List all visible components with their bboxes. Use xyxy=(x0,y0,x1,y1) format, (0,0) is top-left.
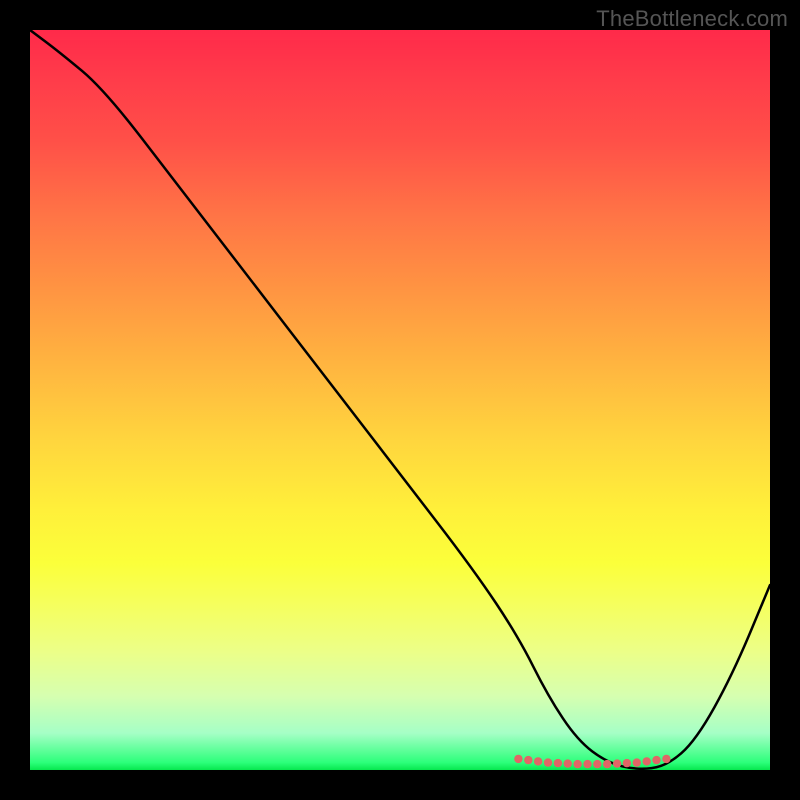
plot-area xyxy=(30,30,770,770)
chart-frame xyxy=(30,30,770,770)
watermark-text: TheBottleneck.com xyxy=(596,6,788,32)
bottleneck-curve-svg xyxy=(30,30,770,770)
minimum-dots xyxy=(514,755,670,769)
bottleneck-curve-path xyxy=(30,30,770,769)
